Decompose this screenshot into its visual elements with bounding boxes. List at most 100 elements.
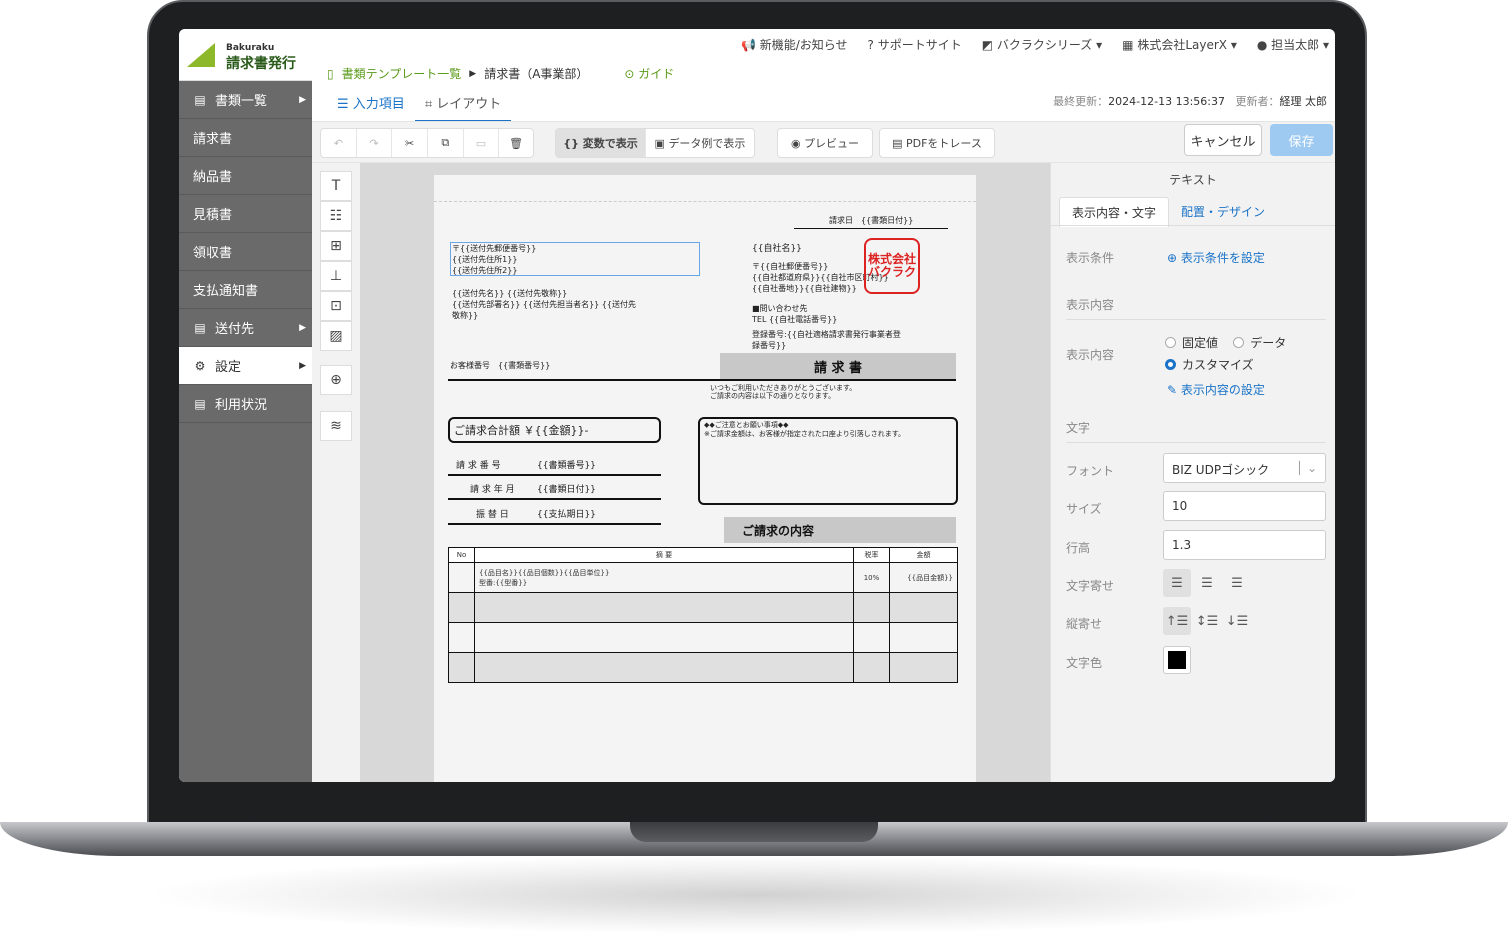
valign-middle-icon: ↕☰: [1195, 613, 1219, 629]
invoice-date-field[interactable]: 請求日 {{書類日付}}: [829, 216, 913, 227]
content-settings-link[interactable]: ✎ 表示内容の設定: [1167, 381, 1265, 398]
support-link[interactable]: ? サポートサイト: [868, 36, 962, 53]
item-desc-line: 型番:{{型番}}: [479, 578, 528, 587]
preview-button[interactable]: ◉ プレビュー: [778, 129, 872, 157]
radio-data[interactable]: データ: [1233, 336, 1286, 350]
sidebar-item-receipt[interactable]: 領収書: [179, 233, 312, 271]
registration-block[interactable]: 登録番号:{{自社適格請求書発行事業者登 録番号}}: [752, 330, 901, 352]
panel-body: 表示条件 ⊕ 表示条件を設定 表示内容 表示内容 固定値 データ カスタマイズ …: [1051, 225, 1335, 782]
user-label: 担当太郎: [1271, 37, 1320, 52]
company-menu[interactable]: ▦ 株式会社LayerX ▾: [1122, 36, 1237, 53]
guide-link[interactable]: ⊙ ガイド: [624, 65, 674, 82]
total-amount-text: ご請求合計額 ￥{{金額}}-: [454, 424, 589, 437]
tab-input-items[interactable]: ☰ 入力項目: [327, 89, 415, 122]
table-tool-button[interactable]: ☷: [320, 201, 352, 231]
align-right-button[interactable]: ☰: [1223, 569, 1251, 597]
valign-top-button[interactable]: ↑☰: [1163, 607, 1191, 635]
contact-block[interactable]: ■問い合わせ先 TEL {{自社電話番号}}: [752, 304, 837, 326]
tab-layout-design[interactable]: 配置・デザイン: [1169, 197, 1277, 227]
add-page-button[interactable]: ⊕: [320, 365, 352, 395]
table-cell: [474, 592, 854, 623]
layers-button[interactable]: ≋: [320, 411, 352, 441]
content-settings-label: 表示内容の設定: [1180, 383, 1265, 397]
trash-icon: 🗑: [509, 136, 524, 150]
updater-label: 更新者：: [1235, 95, 1280, 108]
tab-label: レイアウト: [436, 97, 502, 112]
var-display-button[interactable]: {} 変数で表示: [556, 129, 646, 157]
save-button[interactable]: 保存: [1270, 124, 1333, 156]
registration-line: 登録番号:{{自社適格請求書発行事業者登: [752, 330, 901, 339]
font-select[interactable]: BIZ UDPゴシック │ ⌄: [1163, 453, 1326, 483]
field-value[interactable]: {{書類日付}}: [537, 484, 596, 496]
grid-tool-button[interactable]: ⊞: [320, 231, 352, 261]
data-display-button[interactable]: ▣ データ例で表示: [646, 129, 754, 157]
building-icon: ▦: [1122, 37, 1138, 52]
company-seal-stamp[interactable]: 株式会社バクラク: [864, 238, 920, 294]
invoice-title[interactable]: 請 求 書: [720, 353, 956, 379]
logo-product: 請求書発行: [226, 56, 296, 72]
sidebar-item-payment-notice[interactable]: 支払通知書: [179, 271, 312, 309]
redo-icon: ↷: [369, 136, 379, 150]
sidebar-item-recipients[interactable]: ▤ 送付先 ▶: [179, 309, 312, 347]
breadcrumb-current: 請求書（A事業部）: [484, 67, 589, 81]
field-value[interactable]: {{支払期日}}: [537, 509, 596, 521]
delete-button[interactable]: 🗑: [499, 129, 533, 157]
text-tool-button[interactable]: T: [320, 171, 352, 201]
table-row: [448, 592, 958, 623]
size-input[interactable]: 10: [1163, 491, 1326, 521]
cut-button[interactable]: ✂: [392, 129, 428, 157]
line-tool-button[interactable]: ⊥: [320, 261, 352, 291]
sidebar-item-delivery[interactable]: 納品書: [179, 157, 312, 195]
stamp-icon: ⊡: [330, 298, 342, 314]
paste-button[interactable]: ▭: [464, 129, 500, 157]
sidebar-item-usage[interactable]: ▤ 利用状況: [179, 385, 312, 423]
stamp-tool-button[interactable]: ⊡: [320, 291, 352, 321]
copy-button[interactable]: ⧉: [428, 129, 464, 157]
redo-button[interactable]: ↷: [357, 129, 393, 157]
sidebar-item-invoice[interactable]: 請求書: [179, 119, 312, 157]
recipient-name-block[interactable]: {{送付先名}} {{送付先敬称}} {{送付先部署名}} {{送付先担当者名}…: [452, 289, 636, 321]
align-left-button[interactable]: ☰: [1163, 569, 1191, 597]
radio-custom[interactable]: カスタマイズ: [1165, 356, 1254, 373]
plus-circle-icon: ⊕: [1167, 251, 1181, 265]
breadcrumb-template-list[interactable]: 書類テンプレート一覧: [342, 65, 462, 82]
logo[interactable]: Bakuraku 請求書発行: [179, 29, 312, 81]
customer-number-field[interactable]: お客様番号 {{書類番号}}: [450, 361, 550, 372]
cancel-button[interactable]: キャンセル: [1184, 124, 1262, 156]
series-label: バクラクシリーズ: [996, 37, 1093, 52]
line-icon: ⊥: [329, 268, 343, 284]
valign-bottom-button[interactable]: ↓☰: [1223, 607, 1251, 635]
series-menu[interactable]: ◩ バクラクシリーズ ▾: [982, 36, 1102, 53]
table-cell: [448, 592, 475, 623]
sidebar-item-label: 支払通知書: [193, 284, 259, 299]
valign-middle-button[interactable]: ↕☰: [1193, 607, 1221, 635]
data-icon: ▣: [654, 136, 669, 150]
user-menu[interactable]: ● 担当太郎 ▾: [1257, 36, 1329, 53]
tab-layout[interactable]: ⌗ レイアウト: [414, 89, 512, 122]
greeting-block[interactable]: いつもご利用いただきありがとうございます。 ご請求の内容は以下の通りとなります。: [710, 384, 856, 400]
sidebar-item-documents[interactable]: ▤ 書類一覧 ▶: [179, 81, 312, 119]
company-name-field[interactable]: {{自社名}}: [752, 243, 802, 255]
text-color-swatch[interactable]: [1163, 646, 1191, 674]
data-display-label: データ例で表示: [668, 137, 746, 150]
tab-content-text[interactable]: 表示内容・文字: [1059, 197, 1170, 227]
detail-section-title[interactable]: ご請求の内容: [724, 517, 956, 543]
recipient-address-block[interactable]: 〒{{送付先郵便番号}} {{送付先住所1}} {{送付先住所2}}: [452, 244, 536, 276]
document-icon: ▤: [194, 396, 206, 411]
pdf-trace-button[interactable]: ▤ PDFをトレース: [880, 129, 994, 157]
undo-button[interactable]: ↶: [321, 129, 357, 157]
line-items-table[interactable]: No 摘 要 税率 金額 {{品目名}}{{品目個数}}{{品目単位}} 型番:{…: [448, 547, 958, 683]
set-condition-link[interactable]: ⊕ 表示条件を設定: [1167, 249, 1265, 266]
text-color-label: 文字色: [1066, 656, 1103, 670]
layout-canvas[interactable]: 請求日 {{書類日付}} 〒{{送付先郵便番号}} {{送付先住所1}} {{送…: [360, 163, 1050, 782]
field-value[interactable]: {{書類番号}}: [537, 460, 596, 472]
align-center-button[interactable]: ☰: [1193, 569, 1221, 597]
news-link[interactable]: 📢 新機能/お知らせ: [741, 36, 848, 53]
gear-icon: ⚙: [194, 358, 206, 373]
image-tool-button[interactable]: ▨: [320, 321, 352, 351]
sidebar-item-settings[interactable]: ⚙ 設定 ▶: [179, 347, 312, 385]
sidebar-item-quote[interactable]: 見積書: [179, 195, 312, 233]
radio-fixed[interactable]: 固定値: [1165, 336, 1218, 350]
line-height-label: 行高: [1066, 541, 1091, 555]
line-height-input[interactable]: 1.3: [1163, 530, 1326, 560]
